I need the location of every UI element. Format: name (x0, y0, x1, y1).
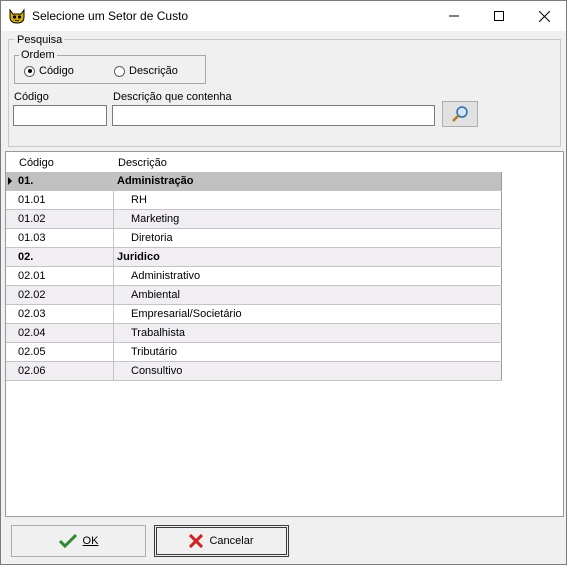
order-radio-description[interactable]: Descrição (114, 65, 178, 77)
cell-description: Consultivo (114, 362, 502, 380)
cell-code: 01. (15, 172, 114, 190)
row-indicator-empty (6, 191, 15, 209)
maximize-icon (494, 11, 504, 21)
table-row[interactable]: 02.04 Trabalhista (6, 324, 502, 343)
cancel-x-icon (189, 534, 204, 548)
radio-unchecked-icon (114, 65, 125, 77)
row-indicator-empty (6, 210, 15, 228)
column-header-description[interactable]: Descrição (118, 157, 167, 169)
radio-checked-icon (24, 65, 35, 77)
cell-description: Administrativo (114, 267, 502, 285)
code-input[interactable] (13, 105, 107, 126)
cell-code: 02.04 (15, 324, 114, 342)
cell-code: 01.03 (15, 229, 114, 247)
title-bar[interactable]: Selecione um Setor de Custo (1, 1, 566, 31)
order-group-label: Ordem (19, 49, 57, 61)
table-row[interactable]: 02.02 Ambiental (6, 286, 502, 305)
cell-description: Juridico (114, 248, 502, 266)
cell-code: 02.02 (15, 286, 114, 304)
cell-description: Ambiental (114, 286, 502, 304)
cell-description: Empresarial/Societário (114, 305, 502, 323)
search-button[interactable] (442, 101, 478, 127)
row-indicator-empty (6, 324, 15, 342)
cell-description: RH (114, 191, 502, 209)
cell-code: 02. (15, 248, 114, 266)
table-row[interactable]: 01. Administração (6, 172, 502, 191)
maximize-button[interactable] (476, 1, 522, 31)
row-indicator-empty (6, 343, 15, 361)
row-indicator-empty (6, 248, 15, 266)
dialog-window: Selecione um Setor de Custo Pesquisa Ord… (0, 0, 567, 565)
cell-code: 01.02 (15, 210, 114, 228)
order-radio-code[interactable]: Código (24, 65, 74, 77)
app-cat-icon (9, 8, 25, 24)
cell-code: 02.03 (15, 305, 114, 323)
search-icon (452, 106, 468, 122)
table-row[interactable]: 02.05 Tributário (6, 343, 502, 362)
row-indicator-empty (6, 286, 15, 304)
ok-button[interactable]: OK (11, 525, 146, 557)
table-row[interactable]: 02. Juridico (6, 248, 502, 267)
cell-description: Tributário (114, 343, 502, 361)
close-icon (538, 10, 550, 22)
search-group-label: Pesquisa (15, 34, 65, 46)
order-radio-description-label: Descrição (129, 65, 178, 77)
cell-code: 02.05 (15, 343, 114, 361)
cancel-button[interactable]: Cancelar (154, 525, 289, 557)
window-title: Selecione um Setor de Custo (32, 9, 189, 23)
row-indicator-empty (6, 305, 15, 323)
table-row[interactable]: 01.02 Marketing (6, 210, 502, 229)
checkmark-icon (58, 533, 77, 549)
table-row[interactable]: 01.01 RH (6, 191, 502, 210)
description-field-label: Descrição que contenha (113, 91, 232, 103)
cell-code: 01.01 (15, 191, 114, 209)
row-indicator-icon (6, 172, 15, 190)
table-row[interactable]: 02.01 Administrativo (6, 267, 502, 286)
cell-description: Diretoria (114, 229, 502, 247)
cell-code: 02.01 (15, 267, 114, 285)
row-indicator-empty (6, 267, 15, 285)
table-row[interactable]: 02.06 Consultivo (6, 362, 502, 381)
cell-description: Administração (114, 172, 502, 190)
table-row[interactable]: 01.03 Diretoria (6, 229, 502, 248)
grid-header: Código Descrição (6, 154, 502, 172)
description-input[interactable] (112, 105, 435, 126)
sector-grid[interactable]: Código Descrição 01. Administração 01.01… (5, 151, 564, 517)
order-radio-code-label: Código (39, 65, 74, 77)
row-indicator-empty (6, 229, 15, 247)
cell-code: 02.06 (15, 362, 114, 380)
minimize-icon (449, 15, 459, 17)
code-field-label: Código (14, 91, 49, 103)
column-header-code[interactable]: Código (19, 157, 54, 169)
ok-button-label: OK (82, 535, 99, 547)
cell-description: Marketing (114, 210, 502, 228)
footer-bar: OK Cancelar (1, 519, 566, 564)
close-button[interactable] (521, 1, 567, 31)
cell-description: Trabalhista (114, 324, 502, 342)
row-indicator-empty (6, 362, 15, 380)
cancel-button-label: Cancelar (209, 535, 254, 547)
minimize-button[interactable] (431, 1, 477, 31)
table-row[interactable]: 02.03 Empresarial/Societário (6, 305, 502, 324)
